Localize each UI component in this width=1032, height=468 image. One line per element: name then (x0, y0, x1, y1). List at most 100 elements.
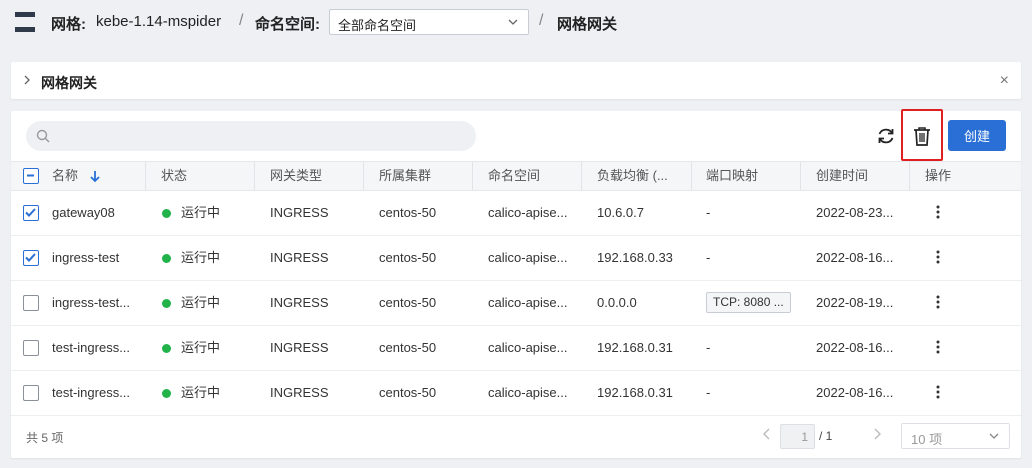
created-time: 2022-08-16... (816, 385, 894, 400)
namespace-label: 命名空间: (255, 16, 320, 33)
select-all-checkbox[interactable] (23, 168, 39, 184)
gateway-list-card: 创建 名称 状态 网关类型 所属集群 命名空间 负载均衡 (... 端口映射 创… (11, 109, 1021, 458)
search-input[interactable] (56, 121, 466, 151)
cluster-name: centos-50 (379, 250, 437, 265)
gateway-name[interactable]: test-ingress... (52, 326, 130, 370)
port-mapping: - (706, 385, 711, 400)
table-row[interactable]: test-ingress... 运行中 INGRESS centos-50 ca… (11, 326, 1021, 371)
gateway-name[interactable]: test-ingress... (52, 371, 130, 415)
status-text: 运行中 (181, 205, 221, 220)
column-header-port-mapping: 端口映射 (706, 168, 759, 183)
page-size-select[interactable]: 10 项 (901, 423, 1010, 449)
info-panel-title: 网格网关 (41, 75, 97, 91)
load-balancer-ip: 192.168.0.31 (597, 340, 673, 355)
total-count: 共 5 项 (26, 431, 64, 445)
more-actions-icon[interactable] (936, 204, 940, 220)
gateway-type: INGRESS (270, 295, 329, 310)
gateway-type: INGRESS (270, 205, 329, 220)
column-header-actions: 操作 (925, 168, 952, 183)
port-mapping-tag[interactable]: TCP: 8080 ... (706, 292, 791, 313)
gateway-name[interactable]: ingress-test (52, 236, 119, 280)
created-time: 2022-08-19... (816, 295, 894, 310)
row-checkbox[interactable] (23, 385, 39, 401)
breadcrumb-bar: 网格: kebe-1.14-mspider / 命名空间: 全部命名空间 / 网… (0, 0, 1032, 46)
trash-icon[interactable] (911, 125, 933, 147)
namespace-name: calico-apise... (488, 295, 568, 310)
page-number-input[interactable]: 1 (780, 424, 815, 449)
gateway-type: INGRESS (270, 340, 329, 355)
running-status-dot (162, 344, 171, 353)
cluster-name: centos-50 (379, 385, 437, 400)
table-row[interactable]: test-ingress... 运行中 INGRESS centos-50 ca… (11, 371, 1021, 416)
column-header-cluster: 所属集群 (379, 168, 432, 183)
table-row[interactable]: gateway08 运行中 INGRESS centos-50 calico-a… (11, 191, 1021, 236)
page-size-value: 10 项 (911, 432, 943, 447)
chevron-down-icon (989, 433, 999, 439)
namespace-select[interactable]: 全部命名空间 (329, 9, 529, 35)
cluster-name: centos-50 (379, 205, 437, 220)
chevron-left-icon[interactable] (761, 427, 773, 441)
mesh-name[interactable]: kebe-1.14-mspider (96, 13, 221, 30)
load-balancer-ip: 10.6.0.7 (597, 205, 644, 220)
search-icon (36, 129, 50, 143)
column-header-load-balancer: 负载均衡 (... (597, 168, 668, 183)
port-mapping: - (706, 250, 711, 265)
row-checkbox[interactable] (23, 340, 39, 356)
refresh-icon[interactable] (875, 125, 897, 147)
gateway-info-panel[interactable]: 网格网关 × (11, 62, 1021, 99)
cluster-name: centos-50 (379, 340, 437, 355)
load-balancer-ip: 192.168.0.31 (597, 385, 673, 400)
column-header-name[interactable]: 名称 (52, 162, 78, 190)
row-checkbox[interactable] (23, 295, 39, 311)
breadcrumb-separator: / (239, 12, 244, 29)
running-status-dot (162, 254, 171, 263)
port-mapping: - (706, 205, 711, 220)
row-checkbox[interactable] (23, 205, 39, 221)
mesh-logo-icon (15, 12, 35, 32)
chevron-down-icon (508, 19, 518, 25)
column-header-namespace: 命名空间 (488, 168, 541, 183)
page-total: / 1 (819, 429, 833, 443)
namespace-name: calico-apise... (488, 385, 568, 400)
create-button[interactable]: 创建 (948, 120, 1006, 151)
column-header-type: 网关类型 (270, 168, 323, 183)
created-time: 2022-08-16... (816, 340, 894, 355)
running-status-dot (162, 209, 171, 218)
gateway-name[interactable]: gateway08 (52, 191, 115, 235)
more-actions-icon[interactable] (936, 339, 940, 355)
table-row[interactable]: ingress-test 运行中 INGRESS centos-50 calic… (11, 236, 1021, 281)
more-actions-icon[interactable] (936, 294, 940, 310)
more-actions-icon[interactable] (936, 384, 940, 400)
table-header: 名称 状态 网关类型 所属集群 命名空间 负载均衡 (... 端口映射 创建时间… (11, 161, 1021, 191)
breadcrumb-separator: / (539, 12, 544, 29)
column-header-status: 状态 (161, 168, 188, 183)
port-mapping: - (706, 340, 711, 355)
status-text: 运行中 (181, 385, 221, 400)
close-icon[interactable]: × (1000, 72, 1009, 90)
table-row[interactable]: ingress-test... 运行中 INGRESS centos-50 ca… (11, 281, 1021, 326)
namespace-select-value: 全部命名空间 (338, 18, 417, 33)
load-balancer-ip: 192.168.0.33 (597, 250, 673, 265)
column-header-created-time: 创建时间 (816, 168, 869, 183)
indeterminate-icon (27, 174, 34, 177)
status-text: 运行中 (181, 250, 221, 265)
delete-highlight-box (901, 109, 943, 161)
row-checkbox[interactable] (23, 250, 39, 266)
status-text: 运行中 (181, 340, 221, 355)
status-text: 运行中 (181, 295, 221, 310)
gateway-name[interactable]: ingress-test... (52, 281, 130, 325)
more-actions-icon[interactable] (936, 249, 940, 265)
namespace-name: calico-apise... (488, 250, 568, 265)
created-time: 2022-08-23... (816, 205, 894, 220)
chevron-right-icon[interactable] (21, 74, 33, 86)
gateway-type: INGRESS (270, 385, 329, 400)
chevron-right-icon[interactable] (871, 427, 883, 441)
created-time: 2022-08-16... (816, 250, 894, 265)
check-icon (25, 253, 36, 262)
mesh-label: 网格: (51, 16, 86, 33)
running-status-dot (162, 389, 171, 398)
gateway-type: INGRESS (270, 250, 329, 265)
running-status-dot (162, 299, 171, 308)
search-box[interactable] (26, 121, 476, 151)
sort-arrow-down-icon[interactable] (89, 170, 101, 183)
